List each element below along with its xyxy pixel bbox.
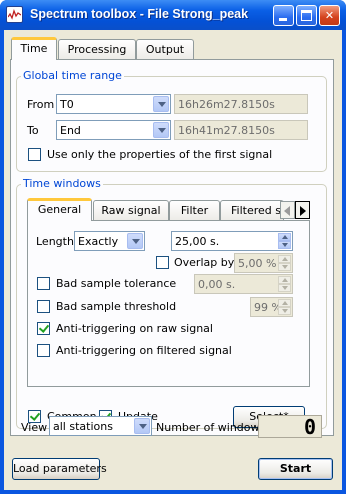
bad-sample-tolerance-label: Bad sample tolerance xyxy=(56,277,177,290)
title-bar[interactable]: Spectrum toolbox - File Strong_peak ✕ xyxy=(0,0,346,30)
anti-triggering-raw-checkbox[interactable] xyxy=(37,322,50,335)
close-button[interactable]: ✕ xyxy=(319,5,340,26)
close-icon: ✕ xyxy=(324,9,335,22)
length-mode-select[interactable]: Exactly xyxy=(74,231,145,251)
chevron-left-icon xyxy=(284,206,290,216)
number-of-windows-label: Number of windows xyxy=(156,421,266,434)
from-value: T0 xyxy=(60,98,74,111)
to-select[interactable]: End xyxy=(56,120,171,140)
view-value: all stations xyxy=(53,420,113,433)
bad-sample-tolerance-value: 0,00 s. xyxy=(198,278,236,291)
load-parameters-label: Load parameters xyxy=(13,462,107,475)
maximize-icon xyxy=(301,10,312,21)
tab-raw-signal[interactable]: Raw signal xyxy=(93,200,169,221)
tab-filter-label: Filter xyxy=(180,204,209,217)
tab-filtered-signal-label: Filtered si xyxy=(231,204,284,217)
minimize-icon xyxy=(279,18,287,21)
view-dropdown-icon xyxy=(134,418,150,434)
to-value: End xyxy=(60,124,81,137)
chevron-right-icon xyxy=(300,206,306,216)
spin-down-icon xyxy=(278,307,291,315)
from-select[interactable]: T0 xyxy=(56,94,171,114)
tab-filtered-signal[interactable]: Filtered si xyxy=(220,200,284,221)
view-label: View xyxy=(21,421,48,434)
tab-processing[interactable]: Processing xyxy=(58,39,136,60)
tab-scroll-right[interactable] xyxy=(295,201,310,219)
load-parameters-button[interactable]: Load parameters xyxy=(12,458,107,480)
window-body: Time Processing Output Global time range… xyxy=(4,30,342,490)
tab-output-label: Output xyxy=(145,43,185,56)
app-icon xyxy=(6,6,23,23)
minimize-button[interactable] xyxy=(273,5,294,26)
length-mode-dropdown-icon xyxy=(127,233,143,249)
bad-sample-threshold-checkbox[interactable] xyxy=(37,300,50,313)
tab-time-label: Time xyxy=(20,42,48,55)
length-label: Length xyxy=(36,235,74,248)
window-title: Spectrum toolbox - File Strong_peak xyxy=(30,7,249,21)
overlap-label: Overlap by xyxy=(174,256,235,269)
bad-sample-threshold-field: 99 % xyxy=(250,297,293,317)
from-time-field: 16h26m27.8150s xyxy=(174,94,308,114)
overlap-checkbox[interactable] xyxy=(156,256,169,269)
overlap-value: 5,00 % xyxy=(238,257,277,270)
to-time-field: 16h41m27.8150s xyxy=(174,120,308,140)
anti-triggering-filtered-label: Anti-triggering on filtered signal xyxy=(56,344,232,357)
tab-processing-label: Processing xyxy=(67,43,127,56)
overlap-field: 5,00 % xyxy=(234,253,293,273)
length-mode-value: Exactly xyxy=(78,235,119,248)
from-dropdown-icon xyxy=(153,96,169,112)
number-of-windows-value: 0 xyxy=(303,415,316,439)
tab-filter[interactable]: Filter xyxy=(169,200,220,221)
start-button[interactable]: Start xyxy=(258,458,333,480)
first-signal-label: Use only the properties of the first sig… xyxy=(47,148,273,161)
to-dropdown-icon xyxy=(153,122,169,138)
anti-triggering-raw-label: Anti-triggering on raw signal xyxy=(56,322,213,335)
time-tab-panel: Global time range From T0 16h26m27.8150s… xyxy=(10,59,334,436)
start-button-label: Start xyxy=(279,462,312,475)
from-label: From xyxy=(27,98,55,111)
bad-sample-threshold-label: Bad sample threshold xyxy=(56,300,177,313)
number-of-windows-display: 0 xyxy=(258,415,322,439)
tab-general[interactable]: General xyxy=(27,198,92,221)
tab-scroll-left[interactable] xyxy=(280,201,295,219)
time-windows-label: Time windows xyxy=(21,177,103,190)
anti-triggering-filtered-checkbox[interactable] xyxy=(37,344,50,357)
length-value: 25,00 s. xyxy=(175,235,220,248)
first-signal-checkbox[interactable] xyxy=(28,148,41,161)
maximize-button[interactable] xyxy=(296,5,317,26)
spin-up-icon xyxy=(278,276,291,284)
general-tab-panel: Length Exactly 25,00 s. Overlap by 5,00 … xyxy=(27,220,310,387)
to-label: To xyxy=(27,124,39,137)
app-window: Spectrum toolbox - File Strong_peak ✕ Ti… xyxy=(0,0,346,494)
spin-down-icon xyxy=(278,284,291,292)
length-value-field[interactable]: 25,00 s. xyxy=(171,231,293,251)
view-select[interactable]: all stations xyxy=(49,416,152,436)
spin-up-icon xyxy=(278,299,291,307)
tab-raw-signal-label: Raw signal xyxy=(101,204,161,217)
spin-down-icon xyxy=(278,263,291,271)
spin-up-icon xyxy=(278,255,291,263)
tab-time[interactable]: Time xyxy=(11,37,57,60)
bad-sample-tolerance-field: 0,00 s. xyxy=(194,274,293,294)
bad-sample-tolerance-checkbox[interactable] xyxy=(37,277,50,290)
spin-up-icon[interactable] xyxy=(278,233,291,241)
global-time-range-label: Global time range xyxy=(21,69,124,82)
spin-down-icon[interactable] xyxy=(278,241,291,249)
tab-general-label: General xyxy=(37,203,82,216)
tab-output[interactable]: Output xyxy=(136,39,194,60)
